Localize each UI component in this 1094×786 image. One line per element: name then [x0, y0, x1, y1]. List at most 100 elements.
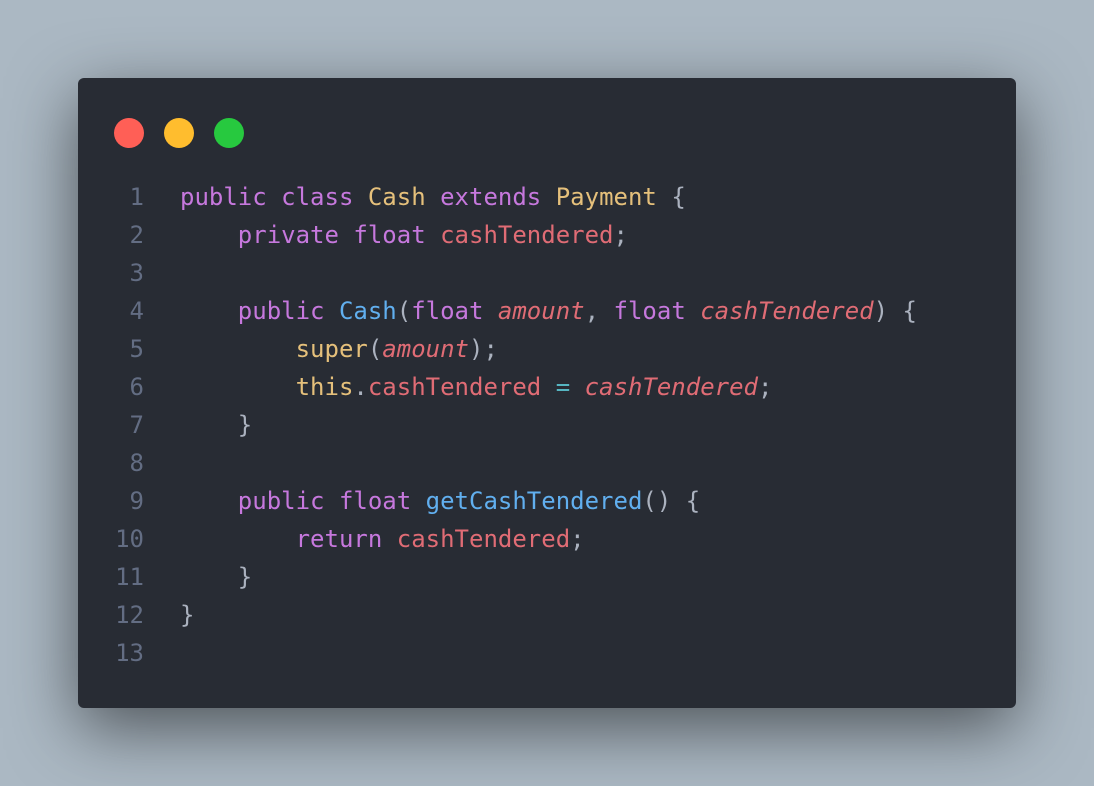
- code-token: .: [353, 373, 368, 401]
- line-source: }: [144, 406, 252, 444]
- code-token: cashTendered: [584, 373, 758, 401]
- code-line: 7 }: [78, 406, 1016, 444]
- line-source: this.cashTendered = cashTendered;: [144, 368, 773, 406]
- line-number: 5: [129, 335, 144, 363]
- code-token: return: [295, 525, 383, 553]
- code-token: cashTendered: [367, 373, 542, 401]
- close-window-button[interactable]: [114, 118, 144, 148]
- code-line: 4 public Cash(float amount, float cashTe…: [78, 292, 1016, 330]
- code-token: (: [396, 297, 412, 325]
- code-line: 2 private float cashTendered;: [78, 216, 1016, 254]
- code-token: public: [237, 487, 325, 515]
- line-source: }: [144, 596, 194, 634]
- code-token: cashTendered: [700, 297, 874, 325]
- code-window: 1 public class Cash extends Payment {2 pr…: [78, 78, 1016, 708]
- code-token: Cash: [367, 183, 426, 211]
- line-number: 1: [129, 183, 144, 211]
- minimize-window-button[interactable]: [164, 118, 194, 148]
- code-token: ;: [570, 525, 585, 553]
- line-source: [144, 254, 180, 292]
- code-token: ;: [757, 373, 773, 401]
- code-line: 5 super(amount);: [78, 330, 1016, 368]
- line-source: [144, 444, 180, 482]
- code-token: public: [180, 183, 267, 211]
- code-line: 1 public class Cash extends Payment {: [78, 178, 1016, 216]
- code-token: this: [295, 373, 354, 401]
- code-line: 3: [78, 254, 1016, 292]
- code-token: {: [656, 183, 686, 211]
- code-token: private: [237, 221, 339, 249]
- code-token: () {: [642, 487, 701, 515]
- line-number: 6: [129, 373, 144, 401]
- code-token: float: [613, 297, 686, 325]
- code-line: 13: [78, 634, 1016, 672]
- line-source: public class Cash extends Payment {: [144, 178, 686, 216]
- line-number: 11: [115, 563, 144, 591]
- code-token: =: [555, 373, 571, 401]
- code-token: }: [180, 563, 253, 591]
- code-line: 11 }: [78, 558, 1016, 596]
- line-source: [144, 634, 180, 672]
- code-token: float: [411, 297, 484, 325]
- code-token: amount: [382, 335, 469, 363]
- code-line: 9 public float getCashTendered() {: [78, 482, 1016, 520]
- code-token: Cash: [338, 297, 397, 325]
- code-token: ) {: [873, 297, 917, 325]
- line-number: 9: [129, 487, 144, 515]
- code-block[interactable]: 1 public class Cash extends Payment {2 pr…: [78, 178, 1016, 672]
- line-number: 7: [129, 411, 144, 439]
- code-token: float: [338, 487, 412, 515]
- code-token: getCashTendered: [425, 487, 643, 515]
- code-line: 8: [78, 444, 1016, 482]
- line-source: return cashTendered;: [144, 520, 585, 558]
- line-source: public float getCashTendered() {: [144, 482, 700, 520]
- code-token: ;: [613, 221, 628, 249]
- maximize-window-button[interactable]: [214, 118, 244, 148]
- line-number: 12: [115, 601, 144, 629]
- window-controls: [114, 118, 264, 148]
- code-token: cashTendered: [396, 525, 571, 553]
- code-token: float: [353, 221, 426, 249]
- code-token: public: [237, 297, 325, 325]
- code-token: cashTendered: [440, 221, 614, 249]
- code-line: 10 return cashTendered;: [78, 520, 1016, 558]
- code-token: );: [469, 335, 498, 363]
- code-token: class: [281, 183, 354, 211]
- code-token: (: [367, 335, 383, 363]
- line-number: 10: [115, 525, 144, 553]
- code-token: Payment: [555, 183, 657, 211]
- line-number: 2: [129, 221, 144, 249]
- line-source: private float cashTendered;: [144, 216, 628, 254]
- code-token: }: [180, 411, 253, 439]
- code-token: ,: [584, 297, 614, 325]
- code-token: }: [180, 601, 195, 629]
- code-line: 12}: [78, 596, 1016, 634]
- line-source: super(amount);: [144, 330, 498, 368]
- line-source: public Cash(float amount, float cashTend…: [144, 292, 917, 330]
- line-number: 8: [129, 449, 144, 477]
- code-token: extends: [440, 183, 542, 211]
- line-source: }: [144, 558, 252, 596]
- line-number: 4: [129, 297, 144, 325]
- line-number: 3: [129, 259, 144, 287]
- code-token: super: [295, 335, 368, 363]
- line-number: 13: [115, 639, 144, 667]
